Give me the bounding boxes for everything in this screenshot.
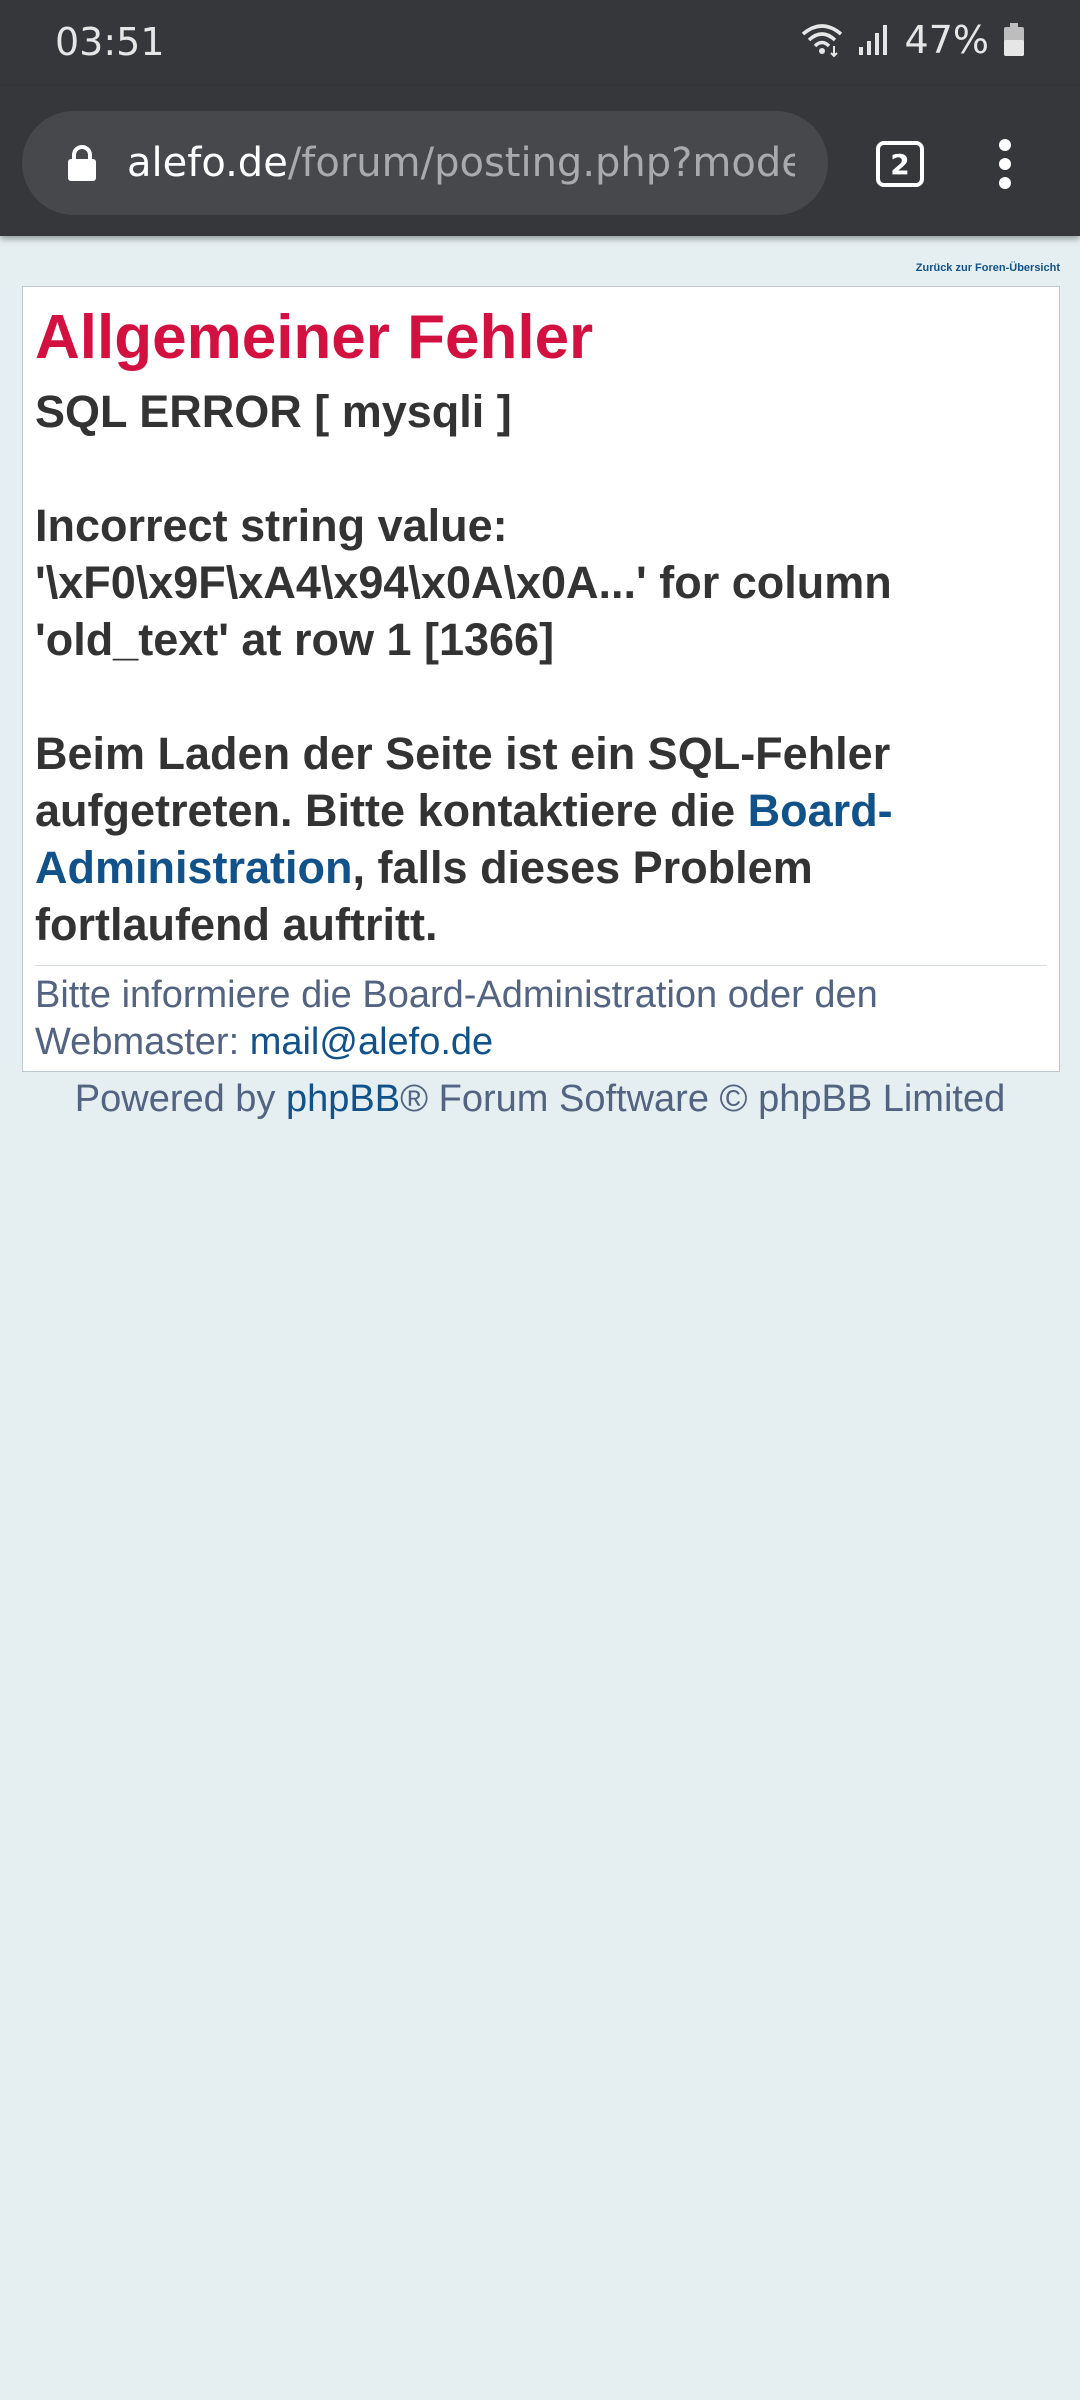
page-title: Allgemeiner Fehler	[35, 303, 594, 372]
phpbb-link[interactable]: phpBB	[286, 1078, 400, 1120]
error-body: SQL ERROR [ mysqli ] Incorrect string va…	[35, 383, 1047, 953]
more-vert-icon[interactable]	[990, 138, 1020, 190]
error-panel: Allgemeiner Fehler SQL ERROR [ mysqli ] …	[22, 286, 1060, 1072]
powered-text-end: ® Forum Software © phpBB Limited	[400, 1078, 1006, 1120]
webmaster-email-link[interactable]: mail@alefo.de	[250, 1021, 493, 1063]
url-host: alefo.de	[127, 140, 288, 186]
url-text[interactable]: alefo.de/forum/posting.php?mode=edit	[127, 140, 795, 186]
status-icons: 47%	[801, 18, 1025, 62]
status-bar: 03:51 47%	[0, 0, 1080, 86]
error-notice: Beim Laden der Seite ist ein SQL-Fehler …	[35, 725, 1047, 953]
address-bar[interactable]: alefo.de/forum/posting.php?mode=edit	[22, 111, 828, 215]
url-path: /forum/posting.php?mode=edit	[287, 140, 795, 186]
status-time: 03:51	[55, 20, 165, 64]
sql-error-message: Incorrect string value: '\xF0\x9F\xA4\x9…	[35, 500, 892, 666]
battery-percent: 47%	[904, 18, 989, 62]
panel-footer: Bitte informiere die Board-Administratio…	[35, 965, 1047, 1066]
wifi-icon	[801, 22, 843, 58]
signal-icon	[857, 23, 891, 57]
battery-icon	[1003, 23, 1025, 57]
lock-icon[interactable]	[67, 144, 97, 182]
sql-error-heading: SQL ERROR [ mysqli ]	[35, 386, 512, 438]
powered-by: Powered by phpBB® Forum Software © phpBB…	[0, 1076, 1080, 1123]
back-to-index-link[interactable]: Zurück zur Foren-Übersicht	[916, 262, 1060, 274]
browser-toolbar: alefo.de/forum/posting.php?mode=edit 2	[0, 86, 1080, 236]
tab-count: 2	[890, 147, 910, 181]
tabs-icon[interactable]: 2	[876, 141, 924, 187]
powered-text: Powered by	[74, 1078, 286, 1120]
